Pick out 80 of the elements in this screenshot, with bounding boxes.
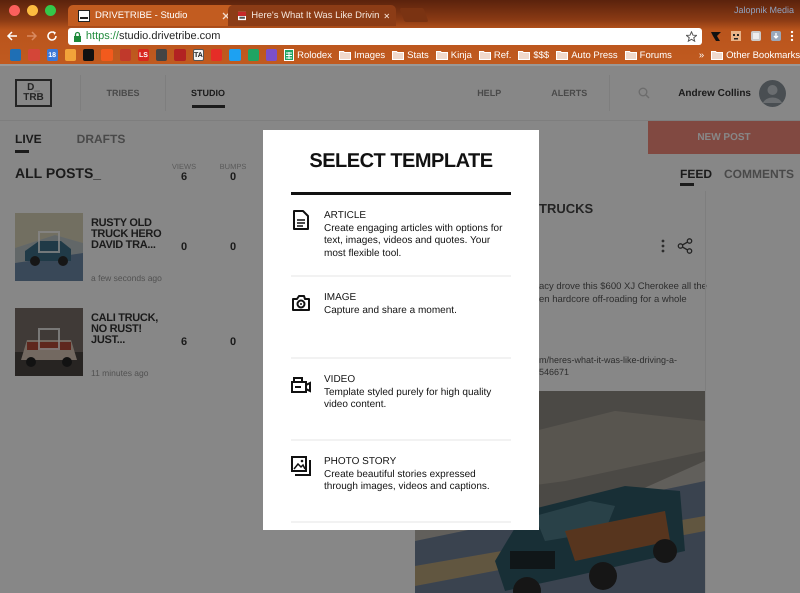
address-bar[interactable]: https://studio.drivetribe.com <box>68 28 702 44</box>
post-title: TRUCKS <box>539 201 594 216</box>
share-icon[interactable] <box>677 238 693 254</box>
dialog-title: SELECT TEMPLATE <box>308 150 494 173</box>
studio-tab[interactable]: LIVE <box>15 132 42 153</box>
folder-icon <box>478 49 491 61</box>
template-description: Create beautiful stories expressed through images, videos and captions. <box>324 468 491 494</box>
post-link[interactable]: 546671 <box>539 366 705 378</box>
window-control-icon[interactable] <box>27 5 38 16</box>
profile-name[interactable]: Jalopnik Media <box>734 5 794 15</box>
window-control-icon[interactable] <box>9 5 20 16</box>
section-heading: ALL POSTS_ <box>15 164 102 180</box>
stat-total: 6 <box>180 171 188 183</box>
spreadsheet-icon <box>284 49 294 61</box>
view-count: 6 <box>180 336 188 348</box>
folder-icon <box>392 49 404 61</box>
extension-icon[interactable] <box>710 30 722 42</box>
nav-link[interactable]: TRIBES <box>80 75 165 111</box>
bookmark-link[interactable]: Stats <box>407 50 429 60</box>
template-description: Template styled purely for high quality video content. <box>324 386 492 412</box>
menu-icon[interactable] <box>790 30 794 42</box>
reload-icon[interactable] <box>46 30 58 42</box>
template-name[interactable]: PHOTO STORY <box>324 456 511 468</box>
more-icon[interactable] <box>661 239 665 253</box>
bookmark-link[interactable]: $$$ <box>533 50 550 60</box>
site-icon <box>238 10 246 22</box>
folder-icon <box>518 49 530 61</box>
folder-icon <box>436 49 448 61</box>
nav-link[interactable]: STUDIO <box>165 75 250 111</box>
feed-tab[interactable]: COMMENTS <box>724 167 794 186</box>
site-icon[interactable] <box>83 49 94 61</box>
bump-count: 0 <box>228 336 238 348</box>
folder-icon <box>711 49 724 61</box>
nav-link[interactable]: HELP <box>449 88 530 98</box>
site-icon[interactable] <box>156 49 168 61</box>
site-icon[interactable] <box>64 49 76 61</box>
extension-icon[interactable] <box>750 30 762 42</box>
feed-tab[interactable]: FEED <box>680 167 712 186</box>
window-control-icon[interactable] <box>45 5 56 16</box>
bookmark-link[interactable]: Forums <box>640 50 672 60</box>
face-icon[interactable] <box>730 30 742 42</box>
browser-tab[interactable]: Here's What It Was Like Drivin <box>228 5 396 26</box>
template-name[interactable]: IMAGE <box>324 292 457 304</box>
view-count: 0 <box>180 241 188 253</box>
photos-icon[interactable] <box>291 456 311 476</box>
post-text: en hardcore off-roading for a whole <box>539 293 688 306</box>
user-name[interactable]: Andrew Collins <box>678 88 751 98</box>
post-link[interactable]: m/heres-what-it-was-like-driving-a- <box>539 354 705 366</box>
folder-icon <box>624 49 637 61</box>
template-description: Create engaging articles with options for text, images, videos and quotes. Your most flexible tool. <box>324 222 504 260</box>
avatar[interactable] <box>759 80 786 106</box>
back-icon[interactable] <box>6 30 18 42</box>
template-name[interactable]: VIDEO <box>324 374 511 386</box>
bookmark-link[interactable]: Other Bookmarks <box>726 50 800 60</box>
bookmark-link[interactable]: Kinja <box>450 50 472 60</box>
url-text: https://studio.drivetribe.com <box>86 30 222 42</box>
bookmark-link[interactable]: Auto Press <box>571 50 618 60</box>
video-camera-icon[interactable] <box>291 374 311 394</box>
template-name[interactable]: ARTICLE <box>324 210 511 222</box>
site-logo[interactable]: D_ TRB <box>15 79 52 107</box>
close-icon[interactable] <box>222 12 230 20</box>
document-icon[interactable] <box>291 210 311 230</box>
bookmark-link[interactable]: Ref. <box>494 50 512 60</box>
folder-icon <box>556 49 568 61</box>
star-icon[interactable] <box>686 30 698 42</box>
bookmark-link[interactable]: Rolodex <box>297 50 332 60</box>
folder-icon <box>338 49 351 61</box>
bookmark-link[interactable]: Images <box>354 50 386 60</box>
template-description: Capture and share a moment. <box>324 304 457 317</box>
more-bookmarks-button[interactable]: » <box>698 50 704 60</box>
site-icon <box>78 10 90 22</box>
bump-count: 0 <box>228 241 238 253</box>
close-icon[interactable] <box>384 12 390 20</box>
nav-link[interactable]: ALERTS <box>529 88 610 98</box>
studio-tab[interactable]: DRAFTS <box>76 132 126 153</box>
camera-icon[interactable] <box>291 292 311 312</box>
stat-total: 0 <box>230 171 236 183</box>
post-title[interactable]: CALI TRUCK, NO RUST! JUST... <box>91 313 170 346</box>
post-title[interactable]: RUSTY OLD TRUCK HERO DAVID TRA... <box>91 218 170 251</box>
download-icon[interactable] <box>770 30 782 42</box>
